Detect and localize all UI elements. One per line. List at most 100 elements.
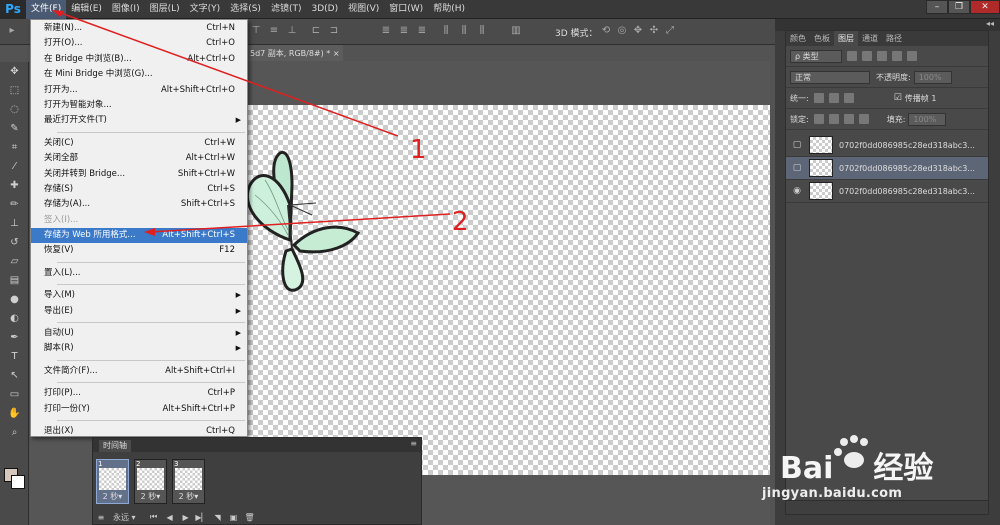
visibility-off-icon[interactable]: ▢ [789, 160, 805, 176]
distribute-bottom-icon[interactable]: ≣ [416, 25, 428, 37]
tab-channels[interactable]: 通道 [858, 31, 882, 46]
blend-mode-select[interactable]: 正常 [790, 70, 870, 84]
file-menu-item[interactable]: 自动(U) ▶ [31, 326, 247, 341]
file-menu-item[interactable]: 关闭并转到 Bridge... Shift+Ctrl+W [31, 167, 247, 182]
file-menu-item[interactable]: 恢复(V) F12 [31, 243, 247, 258]
file-menu-item[interactable]: 文件简介(F)... Alt+Shift+Ctrl+I [31, 364, 247, 379]
next-frame-icon[interactable]: ▶▏ [194, 513, 210, 522]
distribute-middle-icon[interactable]: ≣ [398, 25, 410, 37]
distribute-top-icon[interactable]: ≣ [380, 25, 392, 37]
move-icon[interactable]: ✥ [0, 62, 29, 81]
zoom-icon[interactable]: ⌕ [0, 423, 29, 442]
file-menu-item[interactable]: 关闭全部 Alt+Ctrl+W [31, 151, 247, 166]
move-tool-icon[interactable]: ▸ [6, 25, 18, 37]
menu-type[interactable]: 文字(Y) [185, 0, 226, 19]
collapse-panels-icon[interactable]: ◂◂ [986, 19, 994, 28]
shape-filter-icon[interactable] [892, 51, 902, 61]
file-menu-item[interactable]: 脚本(R) ▶ [31, 341, 247, 356]
document-tab[interactable]: 5d7 副本, RGB/8#) * × [248, 45, 343, 61]
file-menu-item[interactable]: 打开为智能对象... [31, 98, 247, 113]
fill-input[interactable]: 100% [908, 112, 947, 126]
duplicate-frame-icon[interactable]: ▣ [226, 513, 242, 522]
file-menu-item[interactable]: 打开为... Alt+Shift+Ctrl+O [31, 83, 247, 98]
adjustment-filter-icon[interactable] [862, 51, 872, 61]
lock-image-icon[interactable] [828, 114, 839, 124]
lock-all-icon[interactable] [858, 114, 869, 124]
type-icon[interactable]: T [0, 347, 29, 366]
eye-icon[interactable]: ◉ [789, 183, 805, 199]
3d-pan-icon[interactable]: ✥ [632, 25, 644, 37]
frame-delay[interactable]: 2 秒▾ [173, 491, 204, 502]
healing-icon[interactable]: ✚ [0, 176, 29, 195]
timeline-menu-icon[interactable]: ≡ [410, 439, 417, 448]
file-menu-item[interactable]: 打印一份(Y) Alt+Shift+Ctrl+P [31, 402, 247, 417]
distribute-right-icon[interactable]: ⫼ [476, 25, 488, 37]
tab-layers[interactable]: 图层 [834, 31, 858, 46]
marquee-icon[interactable]: ⬚ [0, 81, 29, 100]
frame-delay[interactable]: 2 秒▾ [97, 491, 128, 502]
restore-icon[interactable]: ❐ [948, 0, 970, 14]
timeline-title[interactable]: 时间轴 [99, 440, 131, 452]
menu-filter[interactable]: 滤镜(T) [266, 0, 307, 19]
animation-frame-1[interactable]: 1 2 秒▾ [96, 459, 129, 504]
document-tab-close-icon[interactable]: × [333, 49, 340, 58]
tab-paths[interactable]: 路径 [882, 31, 906, 46]
align-left-icon[interactable]: ⊏ [310, 25, 322, 37]
hand-icon[interactable]: ✋ [0, 404, 29, 423]
distribute-center-icon[interactable]: ⫼ [458, 25, 470, 37]
tab-swatches[interactable]: 色板 [810, 31, 834, 46]
eyedropper-icon[interactable]: ⁄ [0, 157, 29, 176]
shape-icon[interactable]: ▭ [0, 385, 29, 404]
menu-edit[interactable]: 编辑(E) [66, 0, 107, 19]
close-icon[interactable]: ✕ [970, 0, 1000, 14]
unify-style-icon[interactable] [843, 93, 854, 103]
lock-position-icon[interactable] [843, 114, 854, 124]
distribute-left-icon[interactable]: ⫼ [440, 25, 452, 37]
background-color-swatch[interactable] [11, 475, 25, 489]
menu-view[interactable]: 视图(V) [343, 0, 384, 19]
loop-select[interactable]: 永远 ▾ [113, 512, 136, 523]
menu-help[interactable]: 帮助(H) [428, 0, 470, 19]
frame-delay[interactable]: 2 秒▾ [135, 491, 166, 502]
unify-visibility-icon[interactable] [828, 93, 839, 103]
file-menu-item[interactable]: 存储(S) Ctrl+S [31, 182, 247, 197]
gradient-icon[interactable]: ▤ [0, 271, 29, 290]
menu-layer[interactable]: 图层(L) [145, 0, 185, 19]
file-menu-item[interactable]: 存储为(A)... Shift+Ctrl+S [31, 197, 247, 212]
file-menu-item[interactable]: 新建(N)... Ctrl+N [31, 21, 247, 36]
file-menu-item[interactable]: 打印(P)... Ctrl+P [31, 386, 247, 401]
unify-position-icon[interactable] [813, 93, 824, 103]
3d-rotate-icon[interactable]: ⟲ [600, 25, 612, 37]
pen-icon[interactable]: ✒ [0, 328, 29, 347]
align-top-icon[interactable]: ⊤ [250, 25, 262, 37]
layer-row[interactable]: ▢ 0702f0dd086985c28ed318abc3... [786, 157, 988, 180]
file-menu-item[interactable]: 打开(O)... Ctrl+O [31, 36, 247, 51]
menu-3d[interactable]: 3D(D) [306, 0, 343, 19]
eraser-icon[interactable]: ▱ [0, 252, 29, 271]
first-frame-icon[interactable]: ⏮ [146, 512, 162, 522]
play-icon[interactable]: ▶ [178, 513, 194, 522]
animation-frame-2[interactable]: 2 2 秒▾ [134, 459, 167, 504]
menu-window[interactable]: 窗口(W) [384, 0, 428, 19]
animation-frame-3[interactable]: 3 2 秒▾ [172, 459, 205, 504]
file-menu-item[interactable]: 导出(E) ▶ [31, 304, 247, 319]
layer-kind-filter[interactable]: ρ 类型 [790, 49, 842, 63]
stamp-icon[interactable]: ⊥ [0, 214, 29, 233]
file-menu-item[interactable]: 存储为 Web 所用格式... Alt+Shift+Ctrl+S [31, 228, 247, 244]
lock-transparent-icon[interactable] [813, 114, 824, 124]
type-filter-icon[interactable] [877, 51, 887, 61]
file-menu-item[interactable]: 关闭(C) Ctrl+W [31, 136, 247, 151]
file-menu-item[interactable]: 置入(L)... [31, 266, 247, 281]
menu-image[interactable]: 图像(I) [107, 0, 145, 19]
smart-object-filter-icon[interactable] [907, 51, 917, 61]
dodge-icon[interactable]: ◐ [0, 309, 29, 328]
align-center-icon[interactable]: ⊐ [328, 25, 340, 37]
history-brush-icon[interactable]: ↺ [0, 233, 29, 252]
file-menu-item[interactable]: 在 Bridge 中浏览(B)... Alt+Ctrl+O [31, 52, 247, 67]
align-middle-icon[interactable]: ≡ [268, 25, 280, 37]
path-select-icon[interactable]: ↖ [0, 366, 29, 385]
menu-select[interactable]: 选择(S) [225, 0, 266, 19]
lasso-icon[interactable]: ◌ [0, 100, 29, 119]
tween-icon[interactable]: ◥ [210, 513, 226, 522]
3d-roll-icon[interactable]: ◎ [616, 25, 628, 37]
